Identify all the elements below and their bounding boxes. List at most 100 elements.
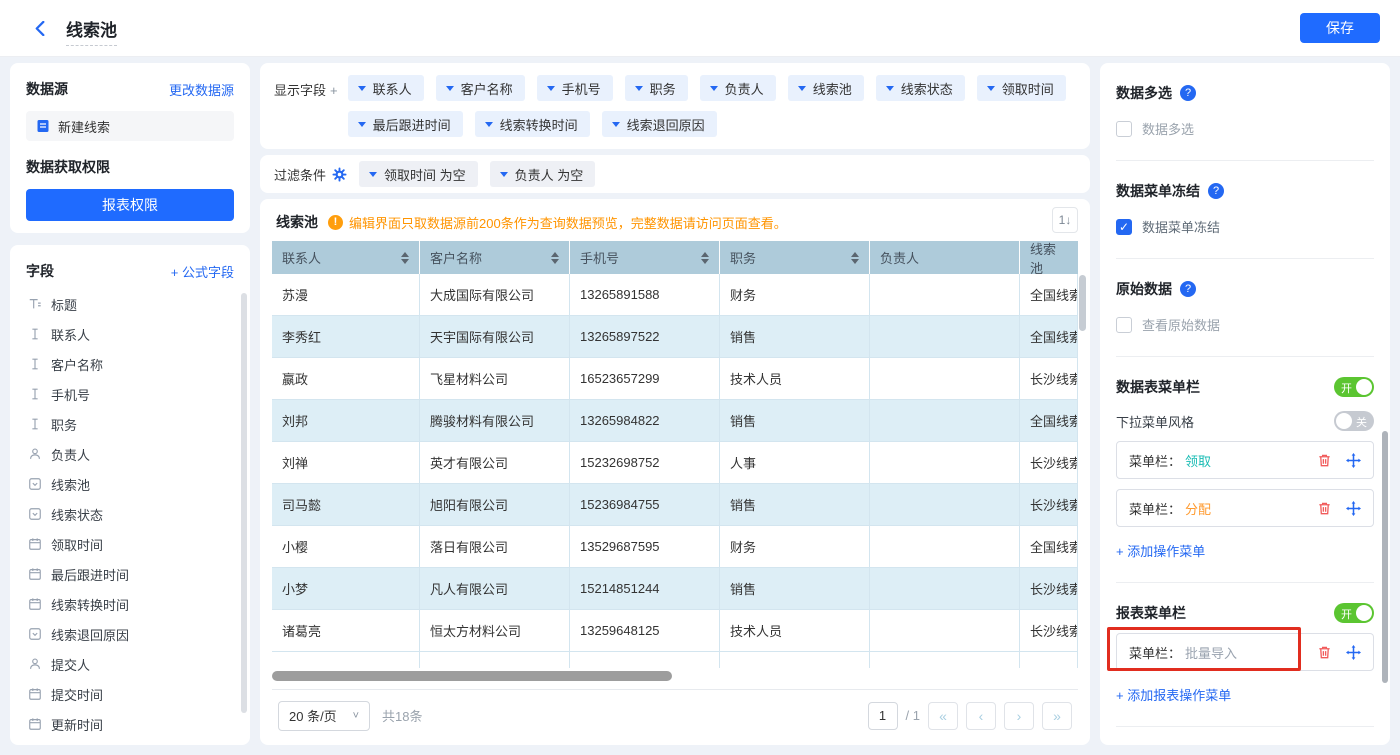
field-item-claimtime[interactable]: 领取时间: [10, 529, 250, 559]
filter-chip[interactable]: 负责人 为空: [490, 161, 596, 187]
help-icon[interactable]: ?: [1180, 85, 1196, 101]
select-field-icon: [28, 507, 42, 521]
checkbox-checked[interactable]: ✓: [1116, 219, 1132, 235]
delete-icon[interactable]: [1317, 645, 1332, 660]
sort-icon[interactable]: [701, 252, 709, 264]
prev-page-button[interactable]: ‹: [966, 702, 996, 730]
scrollbar-thumb[interactable]: [272, 671, 672, 681]
back-button[interactable]: [28, 16, 52, 40]
display-chip[interactable]: 线索退回原因: [602, 111, 717, 137]
table-row[interactable]: 小樱落日有限公司13529687595财务全国线索池: [272, 526, 1078, 568]
table-row[interactable]: 刘禅英才有限公司15232698752人事长沙线索池: [272, 442, 1078, 484]
menu-freeze-section: 数据菜单冻结 ? ✓ 数据菜单冻结: [1116, 161, 1374, 259]
page-title[interactable]: 线索池: [66, 21, 117, 46]
help-icon[interactable]: ?: [1180, 281, 1196, 297]
table-row[interactable]: 诸葛亮恒太方材料公司13259648125技术人员长沙线索池: [272, 610, 1078, 652]
fields-scrollbar[interactable]: [241, 293, 247, 713]
display-field-chips: 联系人 客户名称 手机号 职务 负责人 线索池 线索状态 领取时间 最后跟进时间…: [348, 75, 1076, 137]
display-chip[interactable]: 最后跟进时间: [348, 111, 463, 137]
column-header[interactable]: 手机号: [570, 241, 720, 274]
multi-select-checkbox-row[interactable]: 数据多选: [1116, 119, 1374, 138]
menu-bar-item-batch-import[interactable]: 菜单栏： 批量导入: [1116, 633, 1374, 671]
move-icon[interactable]: [1346, 501, 1361, 516]
report-permission-button[interactable]: 报表权限: [26, 189, 234, 221]
table-menu-section: 数据表菜单栏 开 下拉菜单风格 关 菜单栏： 领取 菜单栏：: [1116, 357, 1374, 583]
field-item-job[interactable]: 职务: [10, 409, 250, 439]
raw-data-checkbox-row[interactable]: 查看原始数据: [1116, 315, 1374, 334]
save-button[interactable]: 保存: [1300, 13, 1380, 43]
last-page-button[interactable]: »: [1042, 702, 1072, 730]
filter-panel: 过滤条件 领取时间 为空 负责人 为空: [260, 155, 1090, 193]
column-header[interactable]: 客户名称: [420, 241, 570, 274]
row-sort-tool-button[interactable]: 1↓: [1052, 207, 1078, 233]
add-action-menu-link[interactable]: + 添加操作菜单: [1116, 541, 1374, 560]
field-item-leadpool[interactable]: 线索池: [10, 469, 250, 499]
column-header[interactable]: 联系人: [272, 241, 420, 274]
field-item-updatetime[interactable]: 更新时间: [10, 709, 250, 739]
table-horizontal-scrollbar[interactable]: [272, 671, 1078, 681]
table-row[interactable]: 李秀红天宇国际有限公司13265897522销售全国线索池: [272, 316, 1078, 358]
field-item-converttime[interactable]: 线索转换时间: [10, 589, 250, 619]
chevron-left-icon: [33, 21, 48, 36]
display-chip[interactable]: 领取时间: [977, 75, 1066, 101]
display-chip[interactable]: 负责人: [700, 75, 776, 101]
table-row[interactable]: 小梦凡人有限公司15214851244销售长沙线索池: [272, 568, 1078, 610]
checkbox-unchecked[interactable]: [1116, 317, 1132, 333]
report-menu-toggle-on[interactable]: 开: [1334, 603, 1374, 623]
column-header[interactable]: 线索池: [1020, 241, 1078, 274]
current-page-input[interactable]: 1: [868, 702, 898, 730]
display-chip[interactable]: 职务: [625, 75, 688, 101]
delete-icon[interactable]: [1317, 453, 1332, 468]
add-report-action-menu-link[interactable]: + 添加报表操作菜单: [1116, 685, 1374, 704]
text-field-icon: [28, 357, 42, 371]
dropdown-style-toggle-off[interactable]: 关: [1334, 411, 1374, 431]
display-fields-panel: 显示字段+ 联系人 客户名称 手机号 职务 负责人 线索池 线索状态 领取时间 …: [260, 63, 1090, 149]
field-item-customer[interactable]: 客户名称: [10, 349, 250, 379]
sort-icon[interactable]: [851, 252, 859, 264]
column-header[interactable]: 职务: [720, 241, 870, 274]
add-formula-field-link[interactable]: + 公式字段: [171, 262, 234, 281]
field-item-leadstatus[interactable]: 线索状态: [10, 499, 250, 529]
column-header[interactable]: 负责人: [870, 241, 1020, 274]
field-item-contact[interactable]: 联系人: [10, 319, 250, 349]
settings-scrollbar[interactable]: [1382, 431, 1388, 683]
change-datasource-link[interactable]: 更改数据源: [169, 80, 234, 99]
menu-bar-item-claim[interactable]: 菜单栏： 领取: [1116, 441, 1374, 479]
field-item-mobile[interactable]: 手机号: [10, 379, 250, 409]
table-row[interactable]: 刘邦腾骏材料有限公司13265984822销售全国线索池: [272, 400, 1078, 442]
menu-bar-item-assign[interactable]: 菜单栏： 分配: [1116, 489, 1374, 527]
table-vertical-scrollbar[interactable]: [1079, 275, 1086, 331]
display-chip[interactable]: 线索转换时间: [475, 111, 590, 137]
move-icon[interactable]: [1346, 645, 1361, 660]
display-chip[interactable]: 线索池: [788, 75, 864, 101]
field-item-submitter[interactable]: 提交人: [10, 649, 250, 679]
next-page-button[interactable]: ›: [1004, 702, 1034, 730]
display-chip[interactable]: 联系人: [348, 75, 424, 101]
first-page-button[interactable]: «: [928, 702, 958, 730]
field-item-title[interactable]: 标题: [10, 289, 250, 319]
datasource-item[interactable]: 新建线索: [26, 111, 234, 141]
display-chip[interactable]: 手机号: [537, 75, 613, 101]
display-chip[interactable]: 线索状态: [876, 75, 965, 101]
move-icon[interactable]: [1346, 453, 1361, 468]
table-row[interactable]: 嬴政飞星材料公司16523657299技术人员长沙线索池: [272, 358, 1078, 400]
table-menu-toggle-on[interactable]: 开: [1334, 377, 1374, 397]
add-display-field-button[interactable]: +: [330, 83, 338, 98]
field-item-lastfollow[interactable]: 最后跟进时间: [10, 559, 250, 589]
field-item-submittime[interactable]: 提交时间: [10, 679, 250, 709]
delete-icon[interactable]: [1317, 501, 1332, 516]
filter-chip[interactable]: 领取时间 为空: [359, 161, 478, 187]
sort-icon[interactable]: [401, 252, 409, 264]
table-row[interactable]: 苏漫大成国际有限公司13265891588财务全国线索池: [272, 274, 1078, 316]
chevron-down-icon: [987, 86, 995, 91]
checkbox-unchecked[interactable]: [1116, 121, 1132, 137]
gear-icon[interactable]: [332, 167, 347, 182]
sort-icon[interactable]: [551, 252, 559, 264]
field-item-returnreason[interactable]: 线索退回原因: [10, 619, 250, 649]
table-row[interactable]: 司马懿旭阳有限公司15236984755销售长沙线索池: [272, 484, 1078, 526]
page-size-select[interactable]: 20 条/页 ˅: [278, 701, 370, 731]
help-icon[interactable]: ?: [1208, 183, 1224, 199]
display-chip[interactable]: 客户名称: [436, 75, 525, 101]
field-item-owner[interactable]: 负责人: [10, 439, 250, 469]
menu-freeze-checkbox-row[interactable]: ✓ 数据菜单冻结: [1116, 217, 1374, 236]
